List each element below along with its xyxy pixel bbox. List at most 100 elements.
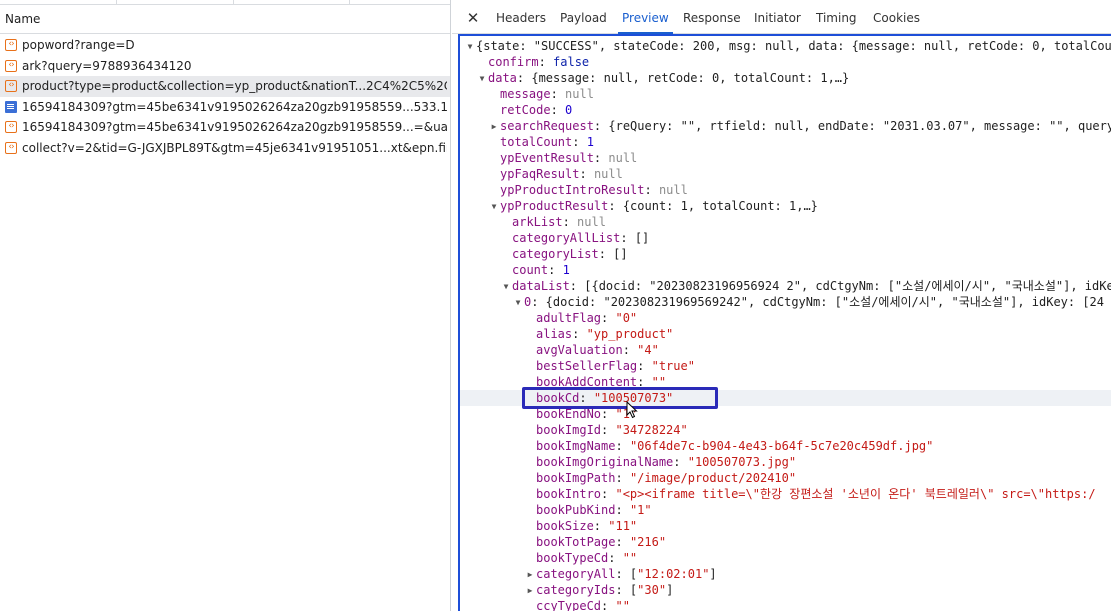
request-row[interactable]: popword?range=D [0,35,450,56]
json-line[interactable]: ▼ data: {message: null, retCode: 0, total… [460,70,1111,86]
expanded-arrow-icon[interactable]: ▼ [488,199,500,215]
json-value: "12:02:01" [637,567,710,581]
name-column-header[interactable]: Name [0,5,450,34]
tab-headers[interactable]: Headers [492,4,550,34]
json-value: null [608,151,638,165]
json-key: bestSellerFlag [536,359,638,373]
json-line[interactable]: ▼ dataList: [{docid: "20230823196956924 2… [460,278,1111,294]
request-name: 16594184309?gtm=45be6341v9195026264za20g… [22,99,447,114]
fetch-icon [5,119,17,133]
json-value: : {message: null, retCode: 0, totalCount… [516,71,850,85]
json-value: : {docid: "202308231969569242", cdCtgyNm… [531,295,1105,309]
json-preview[interactable]: ▼ {state: "SUCCESS", stateCode: 200, msg:… [458,34,1111,611]
json-value: : {reQuery: "", rtfield: null, endDate: … [593,119,1111,133]
json-value: "<p><iframe title=\"한강 장편소설 '소년이 온다' 북트레… [615,487,1096,501]
json-line[interactable]: ypEventResult: null [460,150,1111,166]
json-line[interactable]: ▼ 0: {docid: "202308231969569242", cdCtgy… [460,294,1111,310]
json-line[interactable]: bookSize: "11" [460,518,1111,534]
expanded-arrow-icon[interactable]: ▼ [476,71,488,87]
request-name: collect?v=2&tid=G-JGXJBPL89T&gtm=45je634… [22,140,447,155]
json-line[interactable]: count: 1 [460,262,1111,278]
json-line[interactable]: ypProductIntroResult: null [460,182,1111,198]
request-row[interactable]: 16594184309?gtm=45be6341v9195026264za20g… [0,97,450,118]
json-value: "true" [651,359,695,373]
json-key: count [512,263,549,277]
json-line[interactable]: bookImgPath: "/image/product/202410" [460,470,1111,486]
json-value: : [538,55,554,69]
json-line[interactable]: bookCd: "100507073" [460,390,1111,406]
json-value: null [577,215,606,229]
json-value: : [601,407,616,421]
tab-initiator[interactable]: Initiator [750,4,805,34]
json-line[interactable]: ▶ categoryIds: ["30"] [460,582,1111,598]
json-line[interactable]: bookAddContent: "" [460,374,1111,390]
json-line[interactable]: alias: "yp_product" [460,326,1111,342]
tab-payload[interactable]: Payload [556,4,611,34]
request-row[interactable]: ark?query=9788936434120 [0,56,450,77]
json-value: 1 [562,263,570,277]
tab-response[interactable]: Response [679,4,745,34]
expanded-arrow-icon[interactable]: ▼ [464,39,476,55]
fetch-icon [5,37,17,51]
json-value: : [579,167,594,181]
json-value: : [622,343,638,357]
json-line[interactable]: bestSellerFlag: "true" [460,358,1111,374]
json-line[interactable]: bookPubKind: "1" [460,502,1111,518]
json-value: 0 [565,103,573,117]
json-line[interactable]: confirm: false [460,54,1111,70]
close-icon[interactable]: ✕ [465,9,481,27]
collapsed-arrow-icon[interactable]: ▶ [524,567,536,583]
json-line[interactable]: ▼ ypProductResult: {count: 1, totalCount:… [460,198,1111,214]
json-line[interactable]: bookIntro: "<p><iframe title=\"한강 장편소설 '… [460,486,1111,502]
json-line[interactable]: bookImgName: "06f4de7c-b904-4e43-b64f-5c… [460,438,1111,454]
json-key: totalCount [500,135,573,149]
json-line[interactable]: ▶ searchRequest: {reQuery: "", rtfield: n… [460,118,1111,134]
json-line[interactable]: ypFaqResult: null [460,166,1111,182]
request-row[interactable]: product?type=product&collection=yp_produ… [0,76,450,97]
json-value: null [565,87,594,101]
tab-cookies[interactable]: Cookies [869,4,924,34]
fetch-icon [5,78,17,92]
json-line[interactable]: arkList: null [460,214,1111,230]
json-line[interactable]: bookImgId: "34728224" [460,422,1111,438]
json-line[interactable]: avgValuation: "4" [460,342,1111,358]
json-line[interactable]: adultFlag: "0" [460,310,1111,326]
json-line[interactable]: bookTypeCd: "" [460,550,1111,566]
json-line[interactable]: totalCount: 1 [460,134,1111,150]
document-icon [5,100,17,113]
json-value: : [615,535,630,549]
tab-timing[interactable]: Timing [812,4,861,34]
json-value: ] [666,583,674,597]
json-value: "yp_product" [586,327,674,341]
json-key: bookCd [536,391,580,405]
tab-preview[interactable]: Preview [618,4,673,34]
json-line[interactable]: bookEndNo: "1" [460,406,1111,422]
request-row[interactable]: collect?v=2&tid=G-JGXJBPL89T&gtm=45je634… [0,138,450,159]
json-line[interactable]: bookTotPage: "216" [460,534,1111,550]
json-key: ypProductIntroResult [500,183,645,197]
json-line[interactable]: retCode: 0 [460,102,1111,118]
json-value: ] [709,567,717,581]
expanded-arrow-icon[interactable]: ▼ [500,279,512,295]
detail-tab-bar: ✕ Headers Payload Preview Response Initiator… [452,4,1111,34]
request-row[interactable]: 16594184309?gtm=45be6341v9195026264za20g… [0,117,450,138]
json-key: ypProductResult [500,199,609,213]
json-line[interactable]: categoryList: [] [460,246,1111,262]
collapsed-arrow-icon[interactable]: ▶ [488,119,500,135]
collapsed-arrow-icon[interactable]: ▶ [524,583,536,599]
json-value: "0" [615,311,638,325]
json-key: avgValuation [536,343,623,357]
json-line[interactable]: ▶ categoryAll: ["12:02:01"] [460,566,1111,582]
json-value: : [] [620,231,650,245]
json-line[interactable]: message: null [460,86,1111,102]
json-line[interactable]: ▼ {state: "SUCCESS", stateCode: 200, msg:… [460,38,1111,54]
json-value: : [{docid: "20230823196956924 2", cdCtgy… [569,279,1111,293]
request-name: ark?query=9788936434120 [22,58,192,73]
request-detail-panel: ✕ Headers Payload Preview Response Initiator… [452,0,1111,611]
json-line[interactable]: categoryAllList: [] [460,230,1111,246]
json-value: "30" [637,583,667,597]
json-line[interactable]: ccyTypeCd: "" [460,598,1111,611]
json-line[interactable]: bookImgOriginalName: "100507073.jpg" [460,454,1111,470]
expanded-arrow-icon[interactable]: ▼ [512,295,524,311]
json-key: ypEventResult [500,151,594,165]
